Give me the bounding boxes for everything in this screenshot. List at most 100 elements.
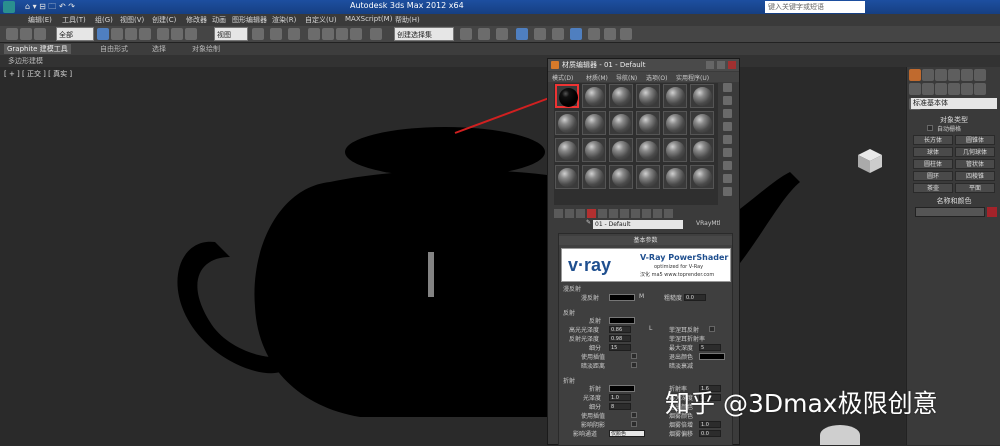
select-by-name-icon[interactable] (111, 28, 123, 40)
menu-utilities[interactable]: 实用程序(U) (676, 73, 709, 82)
tube-button[interactable]: 管状体 (955, 159, 995, 169)
select-scale-icon[interactable] (185, 28, 197, 40)
search-input[interactable]: 键入关键字或短语 (765, 1, 865, 13)
sample-slot[interactable] (555, 111, 579, 135)
align-icon[interactable] (478, 28, 490, 40)
options-icon[interactable] (723, 161, 732, 170)
spinner-snap-icon[interactable] (350, 28, 362, 40)
window-crossing-icon[interactable] (139, 28, 151, 40)
menu-material[interactable]: 材质(M) (586, 73, 608, 82)
bind-space-warp-icon[interactable] (34, 28, 46, 40)
select-manipulate-icon[interactable] (270, 28, 282, 40)
menu-views[interactable]: 视图(V) (120, 15, 144, 25)
dim-distance-checkbox[interactable] (631, 362, 637, 368)
affect-shadows-checkbox[interactable] (631, 421, 637, 427)
basic-params-header[interactable]: 基本参数 (559, 236, 732, 245)
sample-slot[interactable] (555, 138, 579, 162)
object-name-field[interactable] (915, 207, 985, 217)
curve-editor-icon[interactable] (534, 28, 546, 40)
plane-button[interactable]: 平面 (955, 183, 995, 193)
refl-gloss-spinner[interactable]: 0.98 (609, 335, 631, 342)
material-map-navigator-icon[interactable] (723, 187, 732, 196)
pyramid-button[interactable]: 四棱锥 (955, 171, 995, 181)
space-warps-icon[interactable] (974, 83, 986, 95)
sample-slot[interactable] (582, 84, 606, 108)
menu-options[interactable]: 选项(O) (646, 73, 667, 82)
material-name-field[interactable]: 01 - Default (593, 220, 683, 229)
material-type-button[interactable]: VRayMtl (696, 220, 721, 227)
sample-slot[interactable] (555, 165, 579, 189)
polygon-modeling-label[interactable]: 多边形建模 (8, 56, 43, 66)
autogrid-checkbox[interactable] (927, 125, 933, 131)
unlink-icon[interactable] (20, 28, 32, 40)
select-rotate-icon[interactable] (171, 28, 183, 40)
tab-graphite-modeling[interactable]: Graphite 建模工具 (4, 44, 71, 54)
menu-maxscript[interactable]: MAXScript(M) (345, 15, 392, 23)
backlight-icon[interactable] (723, 96, 732, 105)
geometry-icon[interactable] (909, 83, 921, 95)
get-material-icon[interactable] (554, 209, 563, 218)
percent-snap-icon[interactable] (336, 28, 348, 40)
sample-slot[interactable] (690, 138, 714, 162)
sample-slot[interactable] (609, 84, 633, 108)
sample-slot[interactable] (609, 165, 633, 189)
make-preview-icon[interactable] (723, 148, 732, 157)
teapot-button[interactable]: 茶壶 (913, 183, 953, 193)
menu-tools[interactable]: 工具(T) (62, 15, 86, 25)
quick-access-toolbar[interactable]: ⌂ ▾ ⊟ 🗀 ↶ ↷ (25, 1, 75, 15)
menu-graph-editors[interactable]: 图形编辑器 (232, 15, 267, 25)
refr-use-interp-checkbox[interactable] (631, 412, 637, 418)
geosphere-button[interactable]: 几何球体 (955, 147, 995, 157)
maximize-icon[interactable] (717, 61, 725, 69)
helpers-icon[interactable] (961, 83, 973, 95)
reset-map-icon[interactable] (587, 209, 596, 218)
shapes-icon[interactable] (922, 83, 934, 95)
sample-slot[interactable] (663, 111, 687, 135)
motion-tab-icon[interactable] (948, 69, 960, 81)
rendered-frame-icon[interactable] (604, 28, 616, 40)
sphere-button[interactable]: 球体 (913, 147, 953, 157)
modify-tab-icon[interactable] (922, 69, 934, 81)
fog-bias-spinner[interactable]: 0.0 (699, 430, 721, 437)
rect-selection-icon[interactable] (125, 28, 137, 40)
go-forward-icon[interactable] (664, 209, 673, 218)
render-teapot-icon[interactable] (620, 28, 632, 40)
snaps-toggle-icon[interactable] (308, 28, 320, 40)
minimize-icon[interactable] (706, 61, 714, 69)
eyedropper-icon[interactable]: ✎ (586, 219, 591, 226)
angle-snap-icon[interactable] (322, 28, 334, 40)
sample-type-icon[interactable] (723, 83, 732, 92)
sample-slot[interactable] (582, 138, 606, 162)
menu-help[interactable]: 帮助(H) (395, 15, 420, 25)
refr-gloss-spinner[interactable]: 1.0 (609, 394, 631, 401)
sample-slot[interactable] (690, 165, 714, 189)
assign-to-selection-icon[interactable] (576, 209, 585, 218)
object-color-swatch[interactable] (987, 207, 997, 217)
hierarchy-tab-icon[interactable] (935, 69, 947, 81)
viewcube-icon[interactable] (856, 147, 884, 175)
sample-slot[interactable] (690, 111, 714, 135)
app-logo-icon[interactable] (3, 1, 15, 13)
put-to-library-icon[interactable] (609, 209, 618, 218)
video-check-icon[interactable] (723, 135, 732, 144)
sample-slot[interactable] (636, 138, 660, 162)
pivot-center-icon[interactable] (252, 28, 264, 40)
torus-button[interactable]: 圆环 (913, 171, 953, 181)
max-depth-spinner[interactable]: 5 (699, 344, 721, 351)
hilight-gloss-spinner[interactable]: 0.86 (609, 326, 631, 333)
cylinder-button[interactable]: 圆柱体 (913, 159, 953, 169)
keyboard-shortcut-icon[interactable] (288, 28, 300, 40)
tab-freeform[interactable]: 自由形式 (100, 44, 128, 54)
hilight-lock-button[interactable]: L (649, 325, 652, 332)
fresnel-checkbox[interactable] (709, 326, 715, 332)
make-unique-icon[interactable] (598, 209, 607, 218)
select-move-icon[interactable] (157, 28, 169, 40)
diffuse-map-button[interactable]: M (639, 293, 644, 300)
select-object-icon[interactable] (97, 28, 109, 40)
menu-animation[interactable]: 动画 (212, 15, 226, 25)
use-interp-checkbox[interactable] (631, 353, 637, 359)
show-in-viewport-icon[interactable] (631, 209, 640, 218)
menu-navigation[interactable]: 导航(N) (616, 73, 637, 82)
roughness-spinner[interactable]: 0.0 (684, 294, 706, 301)
menu-customize[interactable]: 自定义(U) (305, 15, 337, 25)
